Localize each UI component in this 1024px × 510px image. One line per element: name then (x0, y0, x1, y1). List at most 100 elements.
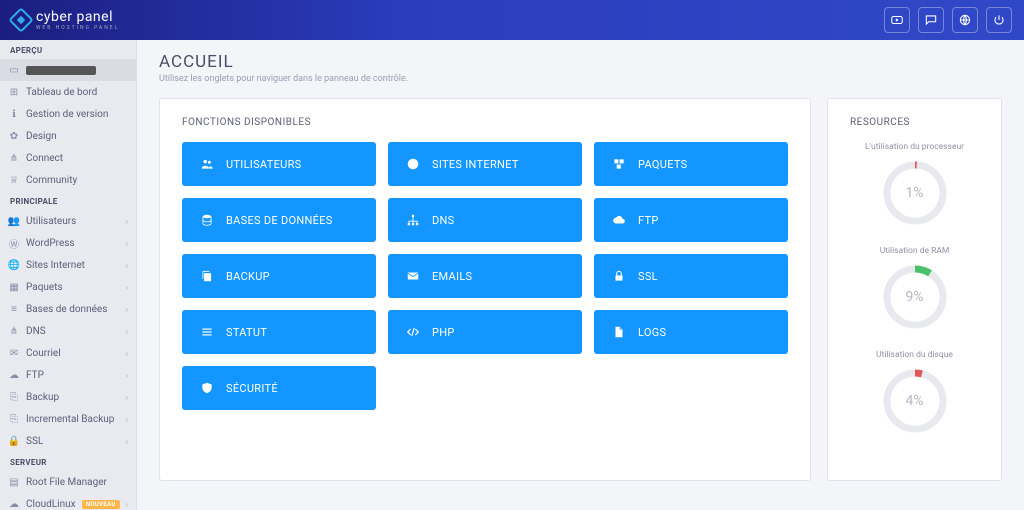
lock-icon (612, 269, 626, 283)
function-tile-label: PHP (432, 326, 455, 339)
function-tile[interactable]: PHP (388, 310, 582, 354)
sidebar-item[interactable]: 🌐 Sites Internet › (0, 254, 136, 276)
resource-donut: 4% (880, 366, 950, 436)
sidebar-item[interactable]: ⋔Connect (0, 147, 136, 169)
resource-gauge: L'utilisation du processeur 1% (850, 142, 979, 228)
sidebar-item-icon: 🔒 (8, 435, 20, 447)
function-tile-label: STATUT (226, 326, 267, 339)
sidebar-item-label: Design (26, 131, 128, 142)
resource-gauge: Utilisation de RAM9% (850, 246, 979, 332)
globe-icon[interactable] (952, 7, 978, 33)
chevron-right-icon: › (126, 239, 128, 248)
file-icon (612, 325, 626, 339)
chevron-right-icon: › (126, 500, 128, 509)
function-tile[interactable]: BACKUP (182, 254, 376, 298)
sidebar-item[interactable]: ▤ Root File Manager (0, 471, 136, 493)
resource-gauge: Utilisation du disque 4% (850, 350, 979, 436)
function-tile-label: DNS (432, 214, 455, 227)
sidebar-item[interactable]: ▦Paquets› (0, 276, 136, 298)
sidebar-item[interactable]: ⋔DNS› (0, 320, 136, 342)
chat-icon[interactable] (918, 7, 944, 33)
function-tile[interactable]: BASES DE DONNÉES (182, 198, 376, 242)
chevron-right-icon: › (126, 393, 128, 402)
database-icon (200, 213, 214, 227)
sidebar-item[interactable]: ☁FTP› (0, 364, 136, 386)
function-tile-label: UTILISATEURS (226, 158, 301, 171)
sidebar-item-label: Backup (26, 392, 120, 403)
page-title: ACCUEIL (159, 52, 1002, 72)
sidebar-item-label: DNS (26, 326, 120, 337)
sidebar-item-icon: ⋔ (8, 325, 20, 337)
function-tile[interactable]: STATUT (182, 310, 376, 354)
function-tile-label: SSL (638, 270, 658, 283)
resources-list: L'utilisation du processeur 1% Utilisation… (850, 142, 979, 436)
sidebar-item-icon: ≡ (8, 303, 20, 315)
functions-heading: FONCTIONS DISPONIBLES (182, 117, 788, 128)
function-tile-label: FTP (638, 214, 659, 227)
sidebar-item-label: Utilisateurs (26, 216, 120, 227)
function-tile[interactable]: SÉCURITÉ (182, 366, 376, 410)
sidebar-item-icon: ⎘ (8, 413, 20, 425)
sidebar-item[interactable]: ▭ (0, 59, 136, 81)
sidebar-item-label: SSL (26, 436, 120, 447)
sidebar-item-label: WordPress (26, 238, 120, 249)
sidebar-item[interactable]: ℹGestion de version (0, 103, 136, 125)
function-tile[interactable]: SITES INTERNET (388, 142, 582, 186)
sidebar-item-icon: 🌐 (8, 259, 20, 271)
resource-label: Utilisation du disque (850, 350, 979, 360)
function-tile-label: SITES INTERNET (432, 158, 519, 171)
sidebar: APERÇU▭⊞Tableau de bordℹGestion de versi… (0, 40, 137, 510)
sidebar-item-label: Tableau de bord (26, 87, 128, 98)
youtube-icon[interactable] (884, 7, 910, 33)
sidebar-item[interactable]: ⎘Incremental Backup› (0, 408, 136, 430)
sidebar-item[interactable]: 👥Utilisateurs› (0, 210, 136, 232)
function-tile[interactable]: UTILISATEURS (182, 142, 376, 186)
sidebar-item[interactable]: ⊞Tableau de bord (0, 81, 136, 103)
sidebar-item-label: Root File Manager (26, 477, 128, 488)
sidebar-item-badge: NOUVEAU (82, 500, 120, 509)
brand-mark-icon (8, 7, 33, 32)
brand-name-wrap: cyber panel WEB HOSTING PANEL (36, 10, 119, 31)
sidebar-item-icon: Ⓦ (8, 237, 20, 249)
sidebar-item[interactable]: ✉Courriel› (0, 342, 136, 364)
sidebar-item[interactable]: ☁CloudLinuxNOUVEAU› (0, 493, 136, 510)
chevron-right-icon: › (126, 261, 128, 270)
sidebar-item[interactable]: Ⓦ WordPress › (0, 232, 136, 254)
sidebar-section-heading: APERÇU (0, 40, 136, 59)
sidebar-item-label: Connect (26, 153, 128, 164)
function-tile[interactable]: PAQUETS (594, 142, 788, 186)
boxes-icon (612, 157, 626, 171)
resource-label: L'utilisation du processeur (850, 142, 979, 152)
page-subtitle: Utilisez les onglets pour naviguer dans … (159, 74, 1002, 84)
sidebar-item-icon: ▤ (8, 476, 20, 488)
sidebar-section-heading: SERVEUR (0, 452, 136, 471)
resource-donut: 9% (880, 262, 950, 332)
topbar-actions (884, 7, 1012, 33)
code-icon (406, 325, 420, 339)
function-tile[interactable]: EMAILS (388, 254, 582, 298)
function-tile[interactable]: LOGS (594, 310, 788, 354)
resources-heading: RESOURCES (850, 117, 979, 128)
function-tile[interactable]: DNS (388, 198, 582, 242)
function-tile[interactable]: FTP (594, 198, 788, 242)
resource-percent: 4% (880, 366, 950, 436)
sidebar-section-heading: PRINCIPALE (0, 191, 136, 210)
function-tile[interactable]: SSL (594, 254, 788, 298)
sidebar-item[interactable]: ≡ Bases de données › (0, 298, 136, 320)
sidebar-item-label: Incremental Backup (26, 414, 120, 425)
brand-logo[interactable]: cyber panel WEB HOSTING PANEL (12, 10, 119, 31)
sidebar-item[interactable]: 🔒SSL› (0, 430, 136, 452)
chevron-right-icon: › (126, 371, 128, 380)
chevron-right-icon: › (126, 305, 128, 314)
power-icon[interactable] (986, 7, 1012, 33)
resource-donut: 1% (880, 158, 950, 228)
function-tile-label: LOGS (638, 326, 666, 339)
sidebar-item[interactable]: ♕Community (0, 169, 136, 191)
sidebar-item[interactable]: ⎘Backup› (0, 386, 136, 408)
sidebar-item[interactable]: ✿Design (0, 125, 136, 147)
sidebar-item-label: Courriel (26, 348, 120, 359)
function-tile-label: SÉCURITÉ (226, 382, 278, 395)
sidebar-item-label: Bases de données (26, 304, 120, 315)
sidebar-item-icon: ✉ (8, 347, 20, 359)
sidebar-item-label: Sites Internet (26, 260, 120, 271)
